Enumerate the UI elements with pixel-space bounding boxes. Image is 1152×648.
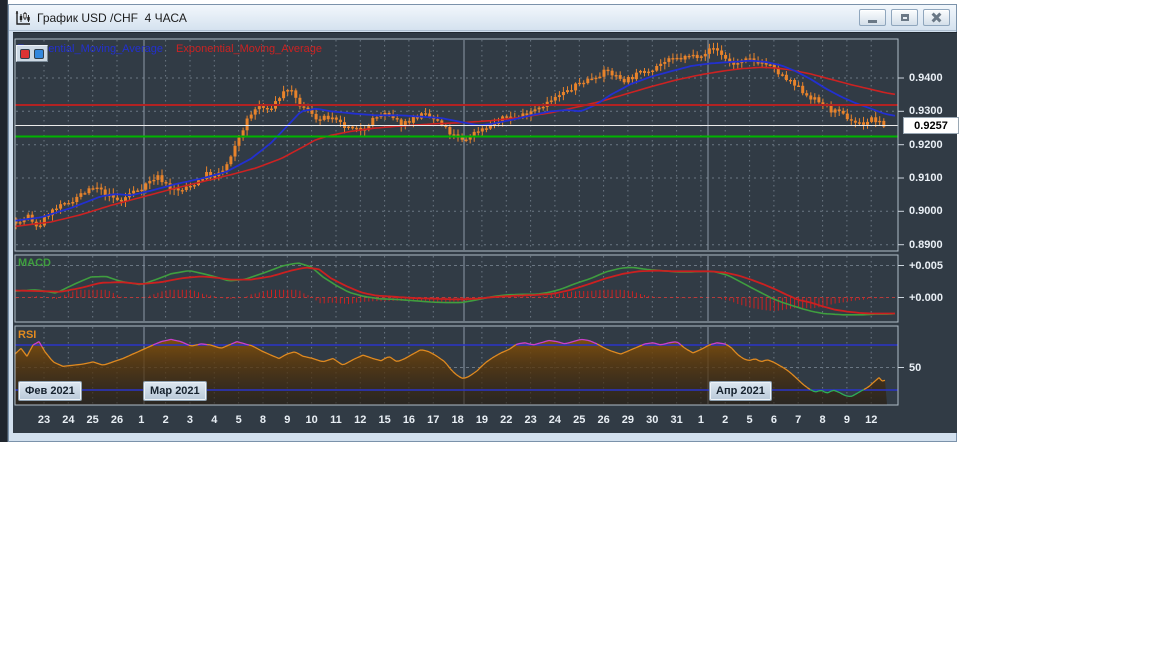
month-label-mar: Мар 2021	[143, 381, 207, 401]
window-titlebar[interactable]: График USD /CHF 4 ЧАСА	[9, 5, 956, 31]
date-axis-label: 3	[186, 414, 194, 426]
price-axis-label: 0.9200	[909, 138, 943, 151]
date-axis-label: 11	[330, 414, 342, 426]
date-axis-label: 25	[86, 414, 99, 426]
chart-window-icon	[15, 10, 31, 26]
date-axis-label: 15	[378, 414, 391, 426]
buy-square-button[interactable]	[33, 48, 44, 59]
date-axis-label: 26	[110, 414, 124, 426]
date-axis-label: 25	[573, 414, 586, 426]
macd-axis-label: +0.005	[909, 259, 943, 272]
date-axis-label: 8	[819, 414, 826, 426]
date-axis-label: 29	[621, 414, 635, 426]
date-axis-label: 12	[354, 414, 367, 426]
docked-panel-edge	[0, 0, 8, 442]
date-axis-label: 2	[722, 414, 729, 426]
price-axis-label: 0.9100	[909, 171, 943, 184]
price-axis-label: 0.9300	[909, 105, 943, 118]
date-axis-label: 1	[697, 414, 704, 426]
macd-axis-label: +0.000	[909, 291, 943, 304]
date-axis-label: 5	[746, 414, 753, 426]
date-axis-label: 23	[524, 414, 537, 426]
macd-panel-label: MACD	[18, 257, 51, 269]
rsi-panel-label: RSI	[18, 329, 37, 341]
date-axis-label: 26	[597, 414, 610, 426]
date-axis-label: 1	[138, 414, 145, 426]
close-icon	[932, 13, 941, 22]
current-price-box: 0.9257	[903, 117, 959, 134]
month-label-feb: Фев 2021	[18, 381, 82, 401]
minimize-icon	[868, 19, 877, 23]
sell-square-button[interactable]	[20, 48, 31, 59]
date-axis-label: 12	[865, 414, 878, 426]
price-axis-label: 0.9400	[909, 72, 943, 84]
price-axis-label: 0.9000	[909, 205, 943, 218]
price-chart-canvas[interactable]	[13, 33, 957, 433]
date-axis-label: 6	[770, 414, 777, 426]
ema-slow-legend-label: Exponential_Moving_Average	[176, 43, 322, 55]
close-button[interactable]	[923, 9, 950, 26]
restore-button[interactable]	[891, 9, 918, 26]
date-axis-label: 7	[795, 414, 802, 426]
chart-client-area: Exponential_Moving_Average Exponential_M…	[13, 32, 959, 433]
date-axis-label: 30	[646, 414, 659, 426]
date-axis-label: 10	[305, 414, 318, 426]
indicator-legend: Exponential_Moving_Average Exponential_M…	[17, 43, 322, 55]
date-axis-label: 22	[500, 414, 513, 426]
restore-icon	[900, 14, 909, 21]
date-axis-label: 23	[37, 414, 51, 426]
legend-buttons	[16, 45, 48, 62]
date-axis-label: 18	[451, 414, 464, 426]
date-axis-label: 2	[162, 414, 169, 426]
window-title: График USD /CHF 4 ЧАСА	[37, 10, 187, 25]
date-axis-label: 9	[284, 414, 291, 426]
date-axis-label: 24	[62, 414, 75, 426]
price-axis-label: 0.8900	[909, 238, 943, 251]
date-axis-label: 16	[402, 414, 416, 426]
rsi-axis-label: 50	[909, 361, 922, 374]
chart-window: График USD /CHF 4 ЧАСА Exponential_Movin…	[8, 4, 959, 442]
date-axis-label: 24	[548, 414, 562, 426]
date-axis-label: 17	[427, 414, 440, 426]
date-axis-label: 8	[259, 414, 267, 426]
minimize-button[interactable]	[859, 9, 886, 26]
date-axis-label: 31	[670, 414, 683, 426]
date-axis-label: 9	[843, 414, 850, 426]
month-label-apr: Апр 2021	[709, 381, 772, 401]
date-axis-label: 19	[475, 414, 489, 426]
date-axis-label: 4	[211, 414, 218, 426]
date-axis-label: 5	[235, 414, 242, 426]
